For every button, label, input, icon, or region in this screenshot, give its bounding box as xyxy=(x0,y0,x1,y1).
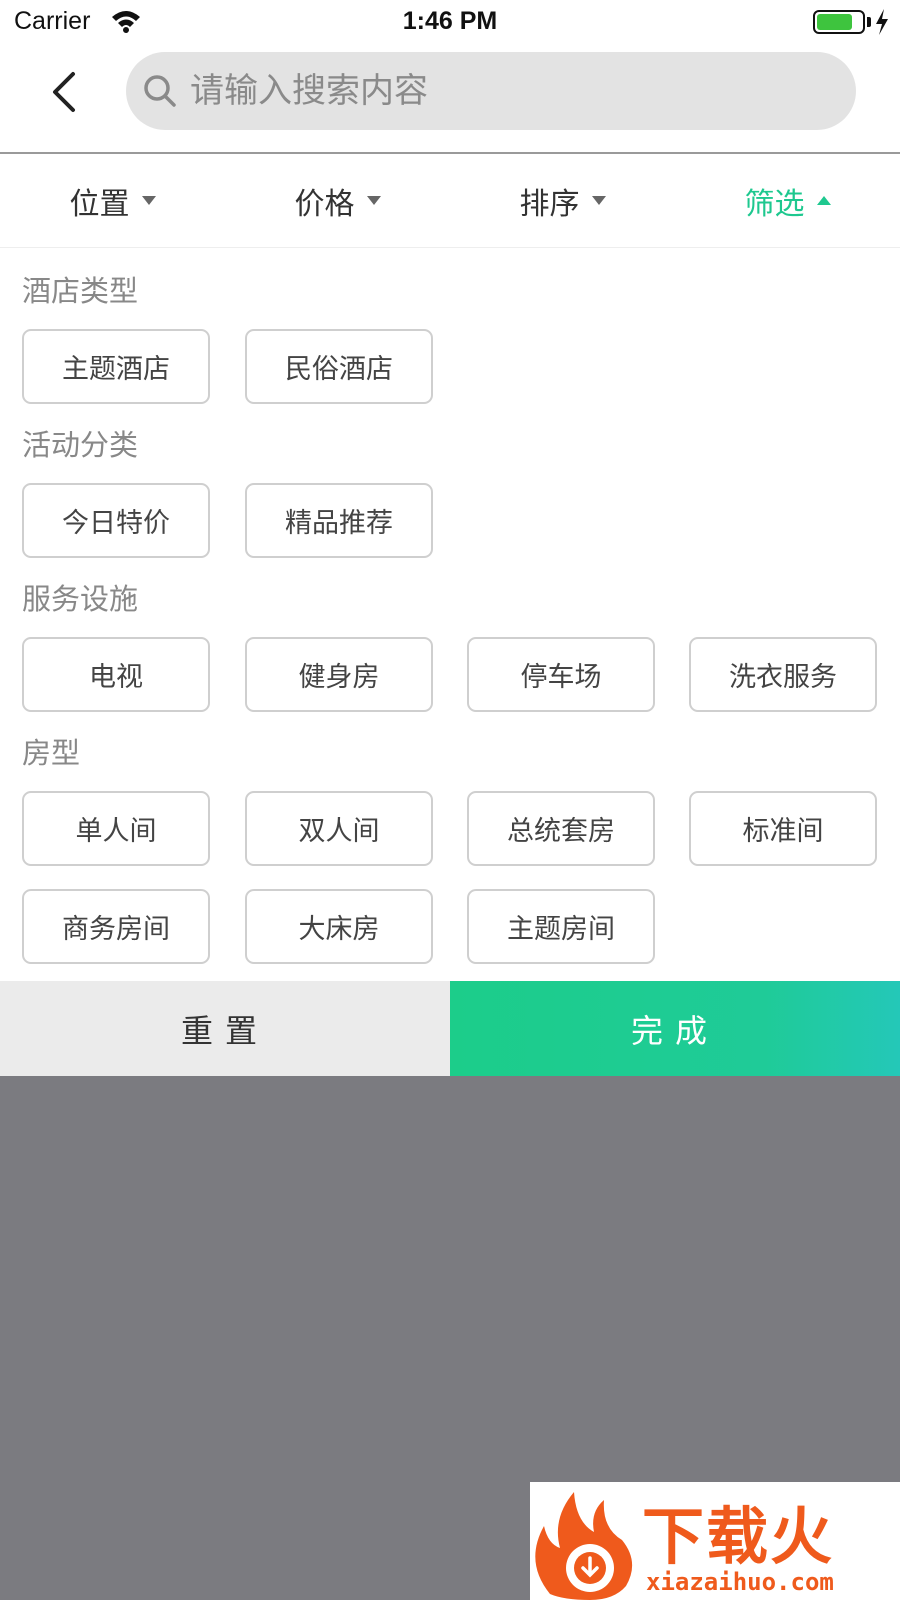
option-chip[interactable]: 双人间 xyxy=(245,791,433,866)
watermark-url: xiazaihuo.com xyxy=(646,1568,834,1596)
watermark: 下载火 xiazaihuo.com xyxy=(530,1482,900,1600)
filter-tabs: 位置 价格 排序 筛选 xyxy=(0,154,900,248)
back-button[interactable] xyxy=(40,62,88,122)
option-chip[interactable]: 单人间 xyxy=(22,791,210,866)
option-chip[interactable]: 主题酒店 xyxy=(22,329,210,404)
section-title-hotel-type: 酒店类型 xyxy=(22,274,139,308)
flame-logo-icon xyxy=(535,1492,633,1600)
caret-down-icon xyxy=(366,196,381,205)
tab-label: 价格 xyxy=(294,186,355,222)
search-box[interactable] xyxy=(126,52,856,130)
search-input[interactable] xyxy=(190,71,830,111)
search-icon xyxy=(144,75,176,107)
section-title-activity: 活动分类 xyxy=(22,428,139,462)
option-chip[interactable]: 停车场 xyxy=(467,637,655,712)
option-chip[interactable]: 大床房 xyxy=(245,889,433,964)
tab-location[interactable]: 位置 xyxy=(0,154,225,247)
tab-label: 位置 xyxy=(69,186,130,222)
option-chip[interactable]: 民俗酒店 xyxy=(245,329,433,404)
clock: 1:46 PM xyxy=(402,7,498,35)
section-title-facilities: 服务设施 xyxy=(22,582,139,616)
option-chip[interactable]: 标准间 xyxy=(689,791,877,866)
tab-filter[interactable]: 筛选 xyxy=(675,154,900,247)
reset-button[interactable]: 重置 xyxy=(0,981,450,1076)
battery-icon xyxy=(813,10,865,34)
watermark-brand: 下载火 xyxy=(642,1500,835,1573)
option-chip[interactable]: 商务房间 xyxy=(22,889,210,964)
battery-tip xyxy=(867,17,871,27)
caret-down-icon xyxy=(141,196,156,205)
tab-sort[interactable]: 排序 xyxy=(450,154,675,247)
caret-up-icon xyxy=(816,196,831,205)
tab-label: 排序 xyxy=(519,186,580,222)
caret-down-icon xyxy=(591,196,606,205)
section-title-room-type: 房型 xyxy=(22,736,81,770)
option-chip[interactable]: 今日特价 xyxy=(22,483,210,558)
status-bar: Carrier 1:46 PM xyxy=(0,0,900,44)
tab-label: 筛选 xyxy=(744,186,805,222)
option-chip[interactable]: 精品推荐 xyxy=(245,483,433,558)
chevron-left-icon xyxy=(53,72,75,112)
filter-panel: 酒店类型 主题酒店 民俗酒店 活动分类 今日特价 精品推荐 服务设施 电视 健身… xyxy=(0,248,900,981)
option-chip[interactable]: 主题房间 xyxy=(467,889,655,964)
option-chip[interactable]: 总统套房 xyxy=(467,791,655,866)
tab-price[interactable]: 价格 xyxy=(225,154,450,247)
done-button[interactable]: 完成 xyxy=(450,981,900,1076)
option-chip[interactable]: 健身房 xyxy=(245,637,433,712)
charging-bolt-icon xyxy=(876,9,888,35)
option-chip[interactable]: 洗衣服务 xyxy=(689,637,877,712)
option-chip[interactable]: 电视 xyxy=(22,637,210,712)
